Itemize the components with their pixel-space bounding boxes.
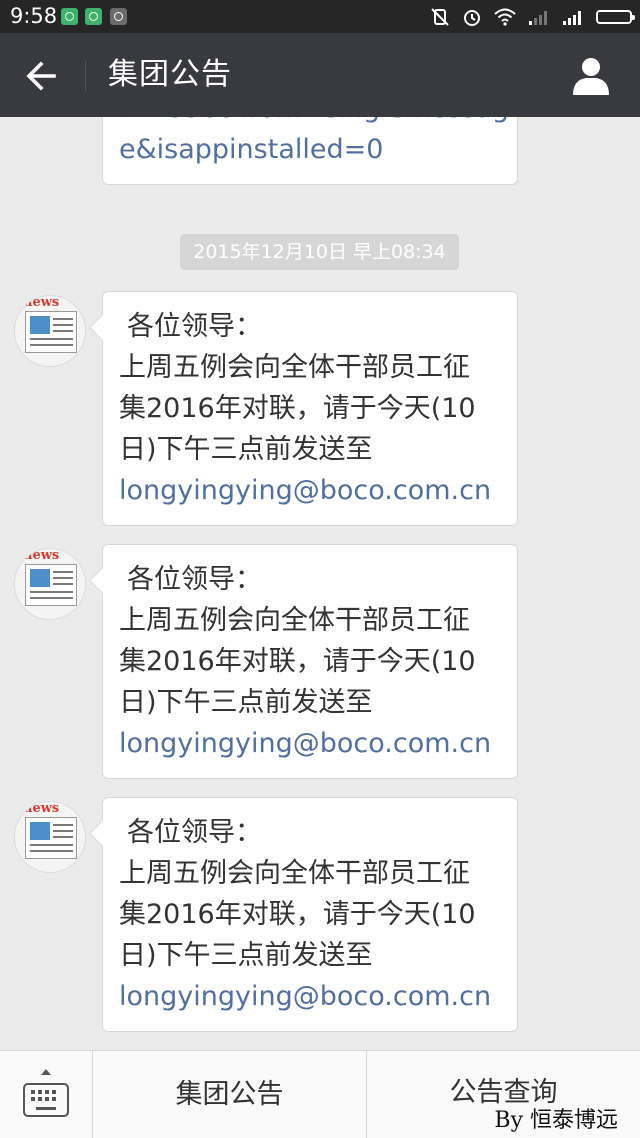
- message-link-line[interactable]: e&isappinstalled=0: [119, 129, 503, 170]
- message-line: 上周五例会向全体干部员工征: [119, 858, 470, 889]
- chat-area[interactable]: id=836&from=singlemessag e&isappinstalle…: [0, 117, 640, 1050]
- battery-icon: [596, 10, 635, 24]
- message-greeting: 各位领导：: [127, 564, 262, 595]
- message-line: 日)下午三点前发送至: [119, 687, 373, 718]
- email-link[interactable]: longyingying@boco.com.cn: [119, 976, 503, 1017]
- message-line: 集2016年对联，请于今天(10: [119, 899, 476, 930]
- message-line: 上周五例会向全体干部员工征: [119, 605, 470, 636]
- news-avatar-icon[interactable]: news: [14, 295, 86, 367]
- message-line: 上周五例会向全体干部员工征: [119, 352, 470, 383]
- message-line: 集2016年对联，请于今天(10: [119, 646, 476, 677]
- title-divider: [85, 61, 86, 91]
- message-bubble-partial[interactable]: id=836&from=singlemessag e&isappinstalle…: [102, 117, 518, 185]
- status-time: 9:58: [10, 4, 58, 28]
- person-icon: [573, 58, 609, 95]
- vibrate-off-icon: [431, 8, 449, 26]
- timestamp: 2015年12月10日 早上08:34: [180, 234, 459, 270]
- message-greeting: 各位领导：: [127, 311, 262, 342]
- shield-icon: [61, 8, 78, 25]
- message-bubble[interactable]: 各位领导： 上周五例会向全体干部员工征 集2016年对联，请于今天(10 日)下…: [102, 291, 518, 526]
- back-button[interactable]: [18, 53, 64, 99]
- signal-icon: [529, 11, 547, 25]
- profile-button[interactable]: [568, 53, 614, 99]
- status-bar: 9:58: [0, 0, 640, 33]
- message-link-line[interactable]: id=836&from=singlemessag: [119, 117, 509, 129]
- signal-icon: [563, 11, 581, 25]
- keyboard-toggle-button[interactable]: [0, 1051, 92, 1138]
- email-link[interactable]: longyingying@boco.com.cn: [119, 470, 503, 511]
- watermark: By 恒泰博远: [494, 1108, 618, 1133]
- message-line: 日)下午三点前发送至: [119, 940, 373, 971]
- message-line: 日)下午三点前发送至: [119, 434, 373, 465]
- alarm-icon: [464, 10, 480, 26]
- avatar-label: news: [23, 295, 60, 310]
- message-bubble[interactable]: 各位领导： 上周五例会向全体干部员工征 集2016年对联，请于今天(10 日)下…: [102, 544, 518, 779]
- image-icon: [110, 8, 127, 25]
- menu-tab-group-announcement[interactable]: 集团公告: [93, 1051, 366, 1138]
- message-line: 集2016年对联，请于今天(10: [119, 393, 476, 424]
- email-link[interactable]: longyingying@boco.com.cn: [119, 723, 503, 764]
- message-bubble[interactable]: 各位领导： 上周五例会向全体干部员工征 集2016年对联，请于今天(10 日)下…: [102, 797, 518, 1032]
- news-avatar-icon[interactable]: news: [14, 801, 86, 873]
- news-avatar-icon[interactable]: news: [14, 548, 86, 620]
- avatar-label: news: [23, 548, 60, 563]
- wifi-icon: [494, 8, 516, 26]
- wechat-icon: [85, 8, 102, 25]
- arrow-left-icon: [26, 61, 56, 91]
- chevron-up-icon: [41, 1069, 51, 1075]
- keyboard-icon: [23, 1083, 69, 1117]
- title-bar: 集团公告: [0, 33, 640, 117]
- message-greeting: 各位领导：: [127, 817, 262, 848]
- avatar-label: news: [23, 801, 60, 816]
- page-title: 集团公告: [108, 57, 232, 92]
